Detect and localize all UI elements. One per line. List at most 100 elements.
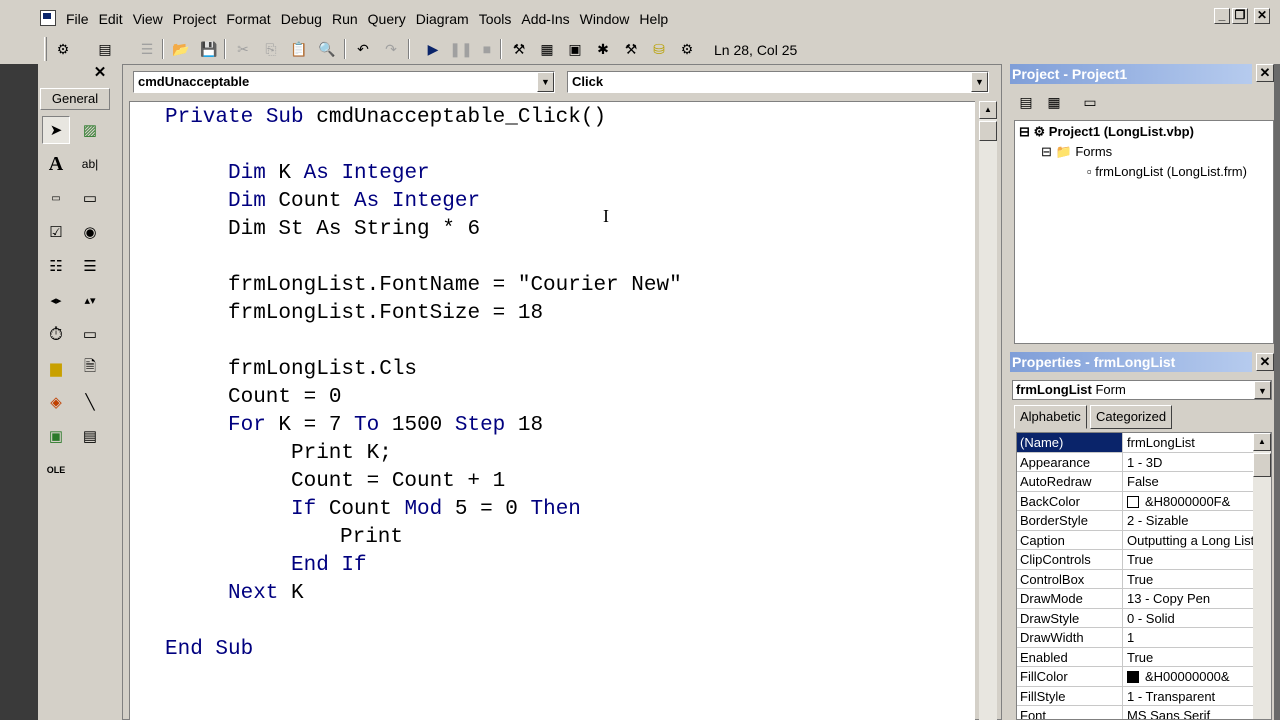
property-value[interactable]: &H00000000&	[1124, 667, 1253, 686]
find-icon[interactable]: 🔍	[316, 38, 338, 60]
form-layout-icon[interactable]: ▣	[564, 38, 586, 60]
menu-project[interactable]: Project	[173, 10, 217, 28]
close-button[interactable]: ✕	[1254, 8, 1270, 24]
end-icon[interactable]: ■	[476, 38, 498, 60]
restore-button[interactable]: ❐	[1232, 8, 1248, 24]
undo-icon[interactable]: ↶	[352, 38, 374, 60]
property-row[interactable]: FillColor &H00000000&	[1017, 667, 1253, 687]
ole-tool-icon[interactable]: OLE	[42, 456, 70, 484]
scroll-thumb[interactable]	[979, 121, 997, 141]
vscrollbar-tool-icon[interactable]: ▴▾	[76, 286, 104, 314]
toolbox-icon[interactable]: ⚒	[620, 38, 642, 60]
properties-scrollbar[interactable]: ▲	[1253, 433, 1271, 719]
properties-window-icon[interactable]: ▦	[536, 38, 558, 60]
menu-editor-icon[interactable]: ☰	[136, 38, 158, 60]
menu-tools[interactable]: Tools	[479, 10, 512, 28]
property-row[interactable]: ClipControls True	[1017, 550, 1253, 570]
property-value[interactable]: Outputting a Long List	[1124, 531, 1253, 550]
tab-alphabetic[interactable]: Alphabetic	[1014, 405, 1087, 429]
tab-categorized[interactable]: Categorized	[1090, 405, 1173, 429]
chevron-down-icon[interactable]: ▼	[537, 72, 554, 92]
property-row[interactable]: DrawWidth 1	[1017, 628, 1253, 648]
property-row[interactable]: DrawStyle 0 - Solid	[1017, 608, 1253, 628]
menu-debug[interactable]: Debug	[281, 10, 322, 28]
procedure-combo[interactable]: Click ▼	[567, 71, 989, 93]
property-row[interactable]: Enabled True	[1017, 647, 1253, 667]
scroll-up-icon[interactable]: ▲	[1253, 433, 1271, 451]
line-tool-icon[interactable]: ╲	[76, 388, 104, 416]
property-value[interactable]: True	[1124, 570, 1253, 589]
menu-run[interactable]: Run	[332, 10, 358, 28]
paste-icon[interactable]: 📋	[288, 38, 310, 60]
minimize-button[interactable]: _	[1214, 8, 1230, 24]
data-view-icon[interactable]: ⛁	[648, 38, 670, 60]
save-project-icon[interactable]: 💾	[198, 38, 220, 60]
property-value[interactable]: 1 - 3D	[1124, 453, 1253, 472]
menu-view[interactable]: View	[133, 10, 163, 28]
property-row[interactable]: Font MS Sans Serif	[1017, 706, 1253, 719]
combobox-tool-icon[interactable]: ☷	[42, 252, 70, 280]
property-row[interactable]: Appearance 1 - 3D	[1017, 452, 1253, 472]
property-row[interactable]: FillStyle 1 - Transparent	[1017, 686, 1253, 706]
project-panel-close-button[interactable]: ✕	[1256, 64, 1274, 82]
picturebox-tool-icon[interactable]: ▨	[76, 116, 104, 144]
menu-file[interactable]: File	[66, 10, 89, 28]
listbox-tool-icon[interactable]: ☰	[76, 252, 104, 280]
property-value[interactable]: 13 - Copy Pen	[1124, 589, 1253, 608]
component-manager-icon[interactable]: ⚙	[676, 38, 698, 60]
property-value[interactable]: False	[1124, 472, 1253, 491]
open-project-icon[interactable]: 📂	[170, 38, 192, 60]
frame-tool-icon[interactable]: ▭	[42, 184, 70, 212]
property-row[interactable]: BackColor &H8000000F&	[1017, 491, 1253, 511]
textbox-tool-icon[interactable]: ab|	[76, 150, 104, 178]
property-row[interactable]: Caption Outputting a Long List	[1017, 530, 1253, 550]
timer-tool-icon[interactable]: ⏱	[42, 320, 70, 348]
property-value[interactable]: 1 - Transparent	[1124, 687, 1253, 706]
property-row[interactable]: (Name) frmLongList	[1017, 433, 1253, 453]
tree-item-frmlonglist[interactable]: ▫ frmLongList (LongList.frm)	[1087, 163, 1247, 181]
property-value[interactable]: 0 - Solid	[1124, 609, 1253, 628]
scroll-thumb[interactable]	[1253, 453, 1271, 477]
menu-query[interactable]: Query	[368, 10, 406, 28]
drivelistbox-tool-icon[interactable]: ▭	[76, 320, 104, 348]
commandbutton-tool-icon[interactable]: ▭	[76, 184, 104, 212]
code-scrollbar[interactable]: ▲	[979, 101, 997, 720]
menu-window[interactable]: Window	[580, 10, 630, 28]
add-form-icon[interactable]: ▤	[94, 38, 116, 60]
shape-tool-icon[interactable]: ◈	[42, 388, 70, 416]
tree-item-project[interactable]: ⊟ ⚙ Project1 (LongList.vbp)	[1019, 123, 1194, 141]
menu-diagram[interactable]: Diagram	[416, 10, 469, 28]
property-value[interactable]: 1	[1124, 628, 1253, 647]
chevron-down-icon[interactable]: ▼	[1254, 381, 1271, 399]
view-object-icon[interactable]: ▦	[1042, 92, 1066, 112]
label-tool-icon[interactable]: A	[42, 150, 70, 178]
scroll-up-icon[interactable]: ▲	[979, 101, 997, 119]
property-value[interactable]: frmLongList	[1124, 433, 1253, 452]
tree-item-forms[interactable]: ⊟ 📁 Forms	[1041, 143, 1112, 161]
project-explorer-icon[interactable]: ⚒	[508, 38, 530, 60]
pointer-tool-icon[interactable]: ➤	[42, 116, 70, 144]
toolbox-general-tab[interactable]: General	[40, 88, 110, 110]
property-value[interactable]: True	[1124, 648, 1253, 667]
data-tool-icon[interactable]: ▤	[76, 422, 104, 450]
break-icon[interactable]: ❚❚	[449, 38, 472, 60]
menu-help[interactable]: Help	[639, 10, 668, 28]
object-combo[interactable]: cmdUnacceptable ▼	[133, 71, 555, 93]
property-row[interactable]: BorderStyle 2 - Sizable	[1017, 511, 1253, 531]
object-browser-icon[interactable]: ✱	[592, 38, 614, 60]
property-value[interactable]: &H8000000F&	[1124, 492, 1253, 511]
menu-addins[interactable]: Add-Ins	[521, 10, 569, 28]
property-row[interactable]: DrawMode 13 - Copy Pen	[1017, 589, 1253, 609]
dirlistbox-tool-icon[interactable]: ▆	[42, 354, 70, 382]
image-tool-icon[interactable]: ▣	[42, 422, 70, 450]
filelistbox-tool-icon[interactable]: 🗎	[76, 354, 104, 382]
code-editor[interactable]: Private Sub cmdUnacceptable_Click() Dim K…	[129, 101, 975, 720]
optionbutton-tool-icon[interactable]: ◉	[76, 218, 104, 246]
toggle-folders-icon[interactable]: ▭	[1078, 92, 1102, 112]
properties-panel-close-button[interactable]: ✕	[1256, 353, 1274, 371]
property-value[interactable]: MS Sans Serif	[1124, 706, 1253, 719]
property-row[interactable]: ControlBox True	[1017, 569, 1253, 589]
property-value[interactable]: True	[1124, 550, 1253, 569]
property-row[interactable]: AutoRedraw False	[1017, 472, 1253, 492]
view-code-icon[interactable]: ▤	[1014, 92, 1038, 112]
